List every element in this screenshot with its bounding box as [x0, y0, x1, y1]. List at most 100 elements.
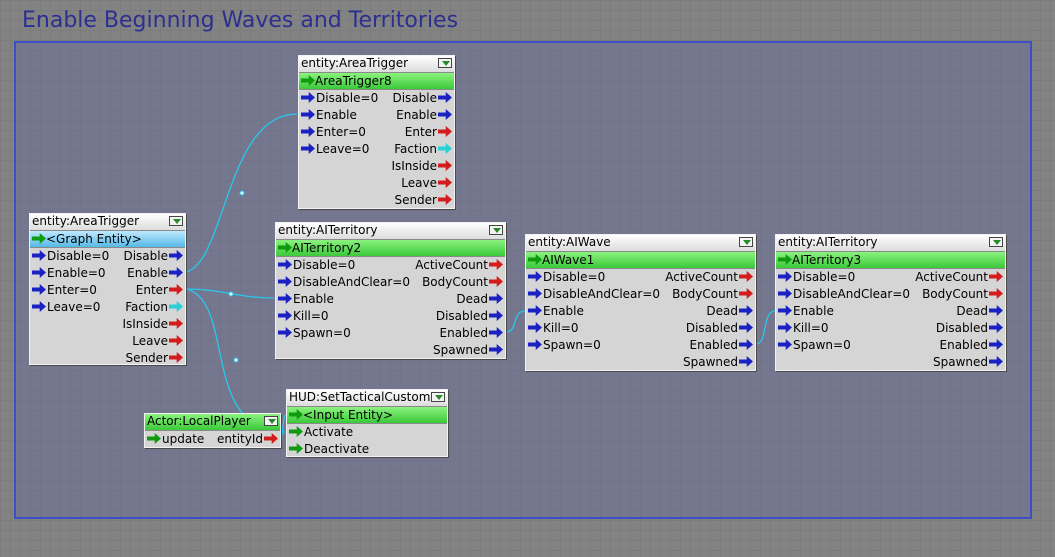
port-row: IsInside: [299, 158, 454, 175]
input-port-disable[interactable]: Disable=0: [778, 270, 855, 285]
input-port-disable[interactable]: Disable=0: [301, 91, 378, 106]
input-port-leave[interactable]: Leave=0: [32, 300, 100, 315]
arrow-icon: [489, 344, 503, 355]
port-label: Disable: [123, 249, 168, 263]
output-port-bodycount[interactable]: BodyCount: [422, 275, 503, 290]
arrow-icon[interactable]: [278, 242, 292, 253]
node-ai-wave-1[interactable]: entity:AIWave AIWave1 Disable=0 ActiveCo…: [525, 234, 756, 371]
output-port-isinside[interactable]: IsInside: [391, 159, 452, 174]
output-port-activecount[interactable]: ActiveCount: [665, 270, 753, 285]
input-port-activate[interactable]: Activate: [289, 425, 353, 440]
entity-row[interactable]: <Graph Entity>: [30, 231, 185, 248]
entity-row[interactable]: <Input Entity>: [287, 407, 447, 424]
input-port-disable[interactable]: Disable=0: [528, 270, 605, 285]
input-port-kill[interactable]: Kill=0: [528, 321, 579, 336]
input-port-disable[interactable]: Disable=0: [32, 249, 109, 264]
input-port-spawn[interactable]: Spawn=0: [528, 338, 601, 353]
output-port-disabled[interactable]: Disabled: [936, 321, 1003, 336]
node-header[interactable]: Actor:LocalPlayer: [145, 414, 280, 431]
input-port-kill[interactable]: Kill=0: [778, 321, 829, 336]
output-port-enable[interactable]: Enable: [127, 266, 183, 281]
collapse-toggle-icon[interactable]: [431, 392, 445, 402]
entity-row[interactable]: AITerritory3: [776, 252, 1005, 269]
output-port-isinside[interactable]: IsInside: [122, 317, 183, 332]
input-port-enable[interactable]: Enable: [301, 108, 357, 123]
input-port-disableandclear[interactable]: DisableAndClear=0: [278, 275, 410, 290]
node-header[interactable]: entity:AITerritory: [276, 223, 505, 240]
arrow-icon: [32, 267, 46, 278]
output-port-disable[interactable]: Disable: [392, 91, 452, 106]
arrow-icon: [778, 305, 792, 316]
output-port-faction[interactable]: Faction: [125, 300, 183, 315]
output-port-activecount[interactable]: ActiveCount: [415, 258, 503, 273]
arrow-icon[interactable]: [32, 233, 46, 244]
collapse-toggle-icon[interactable]: [264, 416, 278, 426]
node-area-trigger-8[interactable]: entity:AreaTrigger AreaTrigger8 Disable=…: [298, 55, 455, 209]
output-port-disabled[interactable]: Disabled: [686, 321, 753, 336]
output-port-leave[interactable]: Leave: [132, 334, 183, 349]
output-port-bodycount[interactable]: BodyCount: [922, 287, 1003, 302]
output-port-faction[interactable]: Faction: [394, 142, 452, 157]
output-port-spawned[interactable]: Spawned: [933, 355, 1003, 370]
output-port-dead[interactable]: Dead: [956, 304, 1003, 319]
output-port-enable[interactable]: Enable: [396, 108, 452, 123]
output-port-enabled[interactable]: Enabled: [440, 326, 503, 341]
collapse-toggle-icon[interactable]: [169, 216, 183, 226]
node-actor-local-player[interactable]: Actor:LocalPlayer update entityId: [144, 413, 281, 448]
output-port-disabled[interactable]: Disabled: [436, 309, 503, 324]
entity-label: AreaTrigger8: [315, 74, 392, 88]
collapse-toggle-icon[interactable]: [489, 225, 503, 235]
input-port-enter[interactable]: Enter=0: [32, 283, 97, 298]
node-header[interactable]: entity:AITerritory: [776, 235, 1005, 252]
input-port-enable[interactable]: Enable: [278, 292, 334, 307]
input-port-kill[interactable]: Kill=0: [278, 309, 329, 324]
input-port-spawn[interactable]: Spawn=0: [778, 338, 851, 353]
node-area-trigger-graph-entity[interactable]: entity:AreaTrigger <Graph Entity> Disabl…: [29, 213, 186, 365]
input-port-disableandclear[interactable]: DisableAndClear=0: [528, 287, 660, 302]
node-header[interactable]: entity:AreaTrigger: [30, 214, 185, 231]
collapse-toggle-icon[interactable]: [438, 58, 452, 68]
output-port-spawned[interactable]: Spawned: [683, 355, 753, 370]
output-port-disable[interactable]: Disable: [123, 249, 183, 264]
node-header[interactable]: entity:AreaTrigger: [299, 56, 454, 73]
port-label: Enable: [127, 266, 168, 280]
collapse-toggle-icon[interactable]: [989, 237, 1003, 247]
input-port-enter[interactable]: Enter=0: [301, 125, 366, 140]
input-port-disableandclear[interactable]: DisableAndClear=0: [778, 287, 910, 302]
output-port-bodycount[interactable]: BodyCount: [672, 287, 753, 302]
output-port-entityid[interactable]: entityId: [217, 432, 278, 447]
output-port-sender[interactable]: Sender: [394, 193, 452, 208]
arrow-icon[interactable]: [301, 75, 315, 86]
output-port-enabled[interactable]: Enabled: [690, 338, 753, 353]
output-port-enter[interactable]: Enter: [405, 125, 452, 140]
entity-row[interactable]: AITerritory2: [276, 240, 505, 257]
input-port-leave[interactable]: Leave=0: [301, 142, 369, 157]
node-ai-territory-2[interactable]: entity:AITerritory AITerritory2 Disable=…: [275, 222, 506, 359]
input-port-enable[interactable]: Enable: [778, 304, 834, 319]
node-header[interactable]: HUD:SetTacticalCustom: [287, 390, 447, 407]
arrow-icon[interactable]: [289, 409, 303, 420]
entity-row[interactable]: AreaTrigger8: [299, 73, 454, 90]
collapse-toggle-icon[interactable]: [739, 237, 753, 247]
output-port-sender[interactable]: Sender: [125, 351, 183, 366]
entity-row[interactable]: AIWave1: [526, 252, 755, 269]
port-label: Disable=0: [47, 249, 110, 263]
input-port-deactivate[interactable]: Deactivate: [289, 442, 369, 457]
output-port-spawned[interactable]: Spawned: [433, 343, 503, 358]
arrow-icon[interactable]: [528, 254, 542, 265]
input-port-enable[interactable]: Enable=0: [32, 266, 106, 281]
input-port-update[interactable]: update: [147, 432, 204, 447]
output-port-enter[interactable]: Enter: [136, 283, 183, 298]
output-port-enabled[interactable]: Enabled: [940, 338, 1003, 353]
input-port-enable[interactable]: Enable: [528, 304, 584, 319]
output-port-activecount[interactable]: ActiveCount: [915, 270, 1003, 285]
input-port-spawn[interactable]: Spawn=0: [278, 326, 351, 341]
node-hud-set-tactical-custom[interactable]: HUD:SetTacticalCustom <Input Entity> Act…: [286, 389, 448, 457]
node-ai-territory-3[interactable]: entity:AITerritory AITerritory3 Disable=…: [775, 234, 1006, 371]
arrow-icon[interactable]: [778, 254, 792, 265]
input-port-disable[interactable]: Disable=0: [278, 258, 355, 273]
output-port-leave[interactable]: Leave: [401, 176, 452, 191]
output-port-dead[interactable]: Dead: [456, 292, 503, 307]
node-header[interactable]: entity:AIWave: [526, 235, 755, 252]
output-port-dead[interactable]: Dead: [706, 304, 753, 319]
